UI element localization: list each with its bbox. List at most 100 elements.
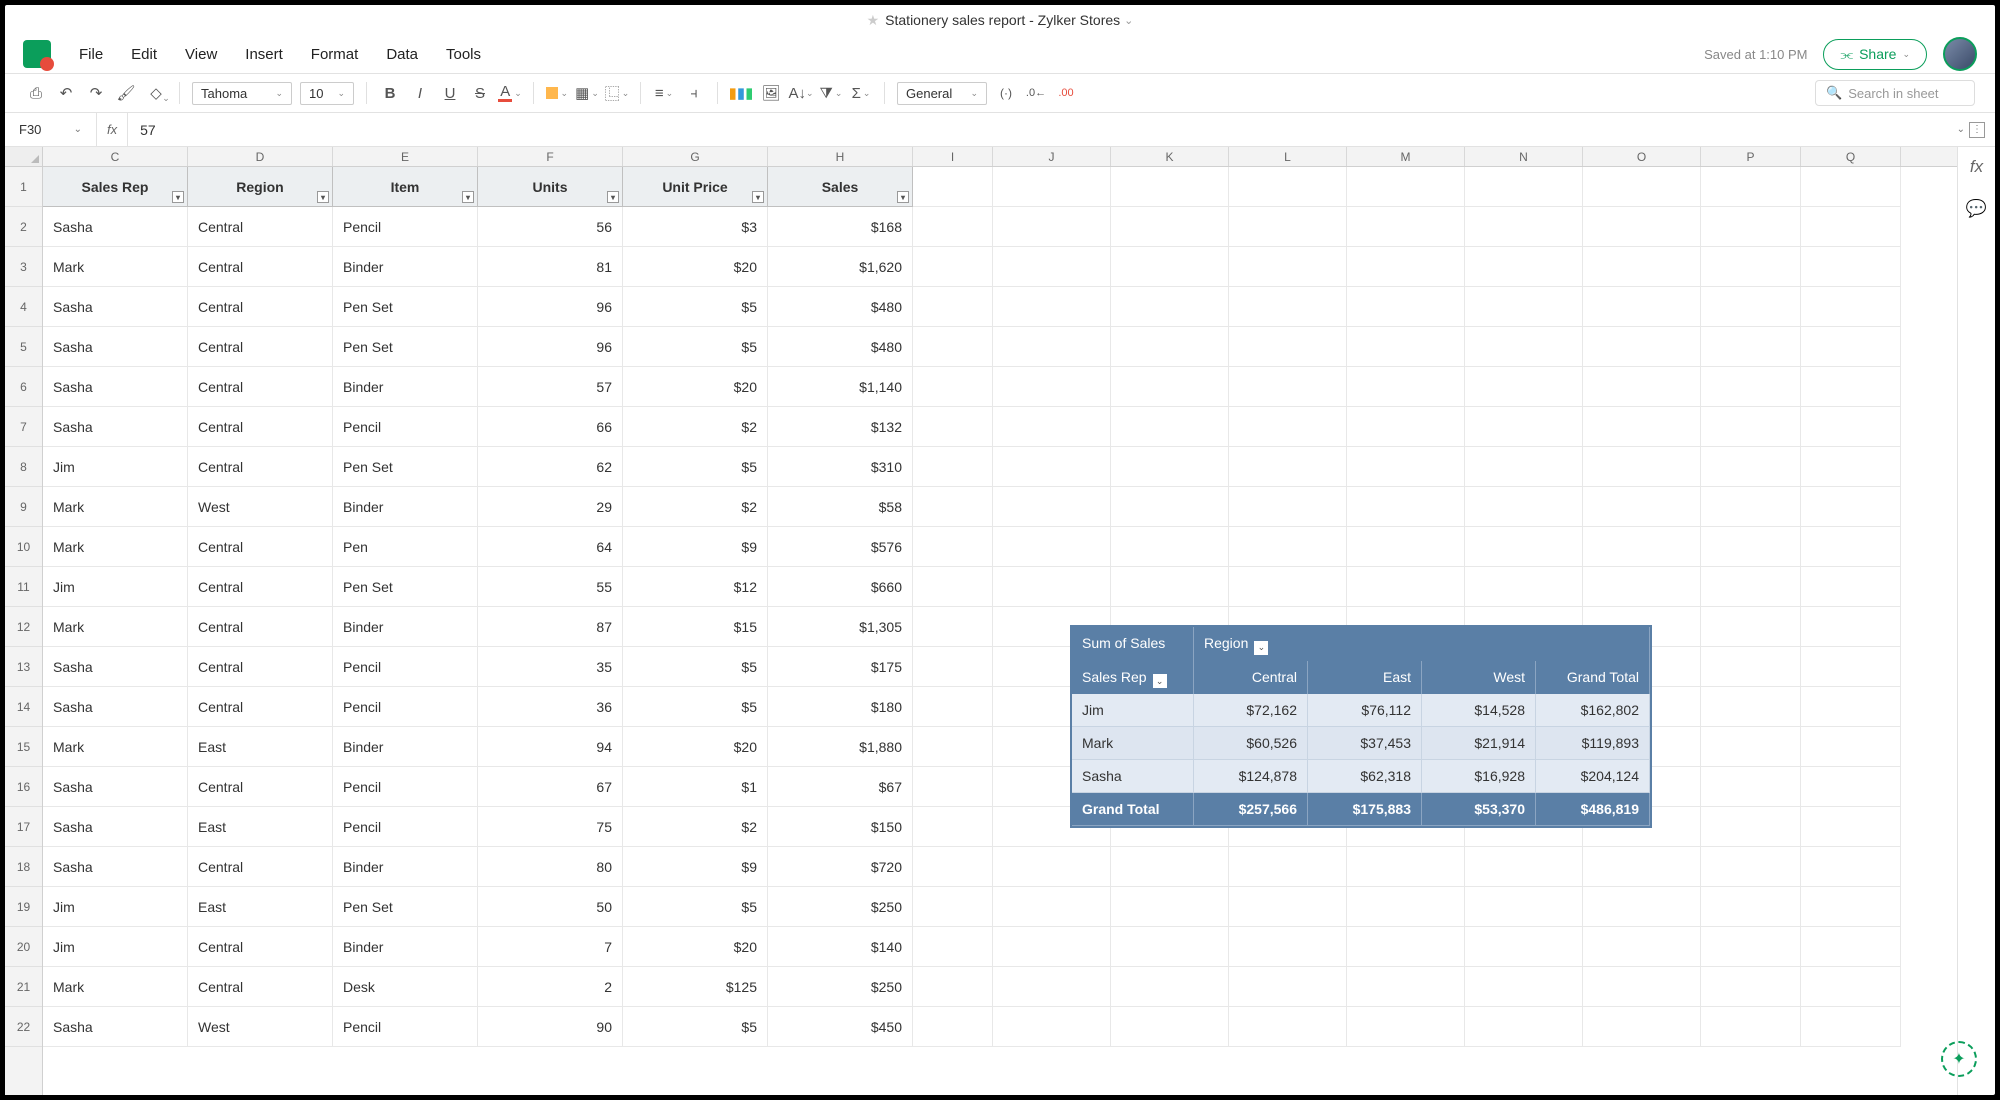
cell-blank[interactable]: [1347, 847, 1465, 887]
pivot-row-mark[interactable]: Mark: [1072, 727, 1194, 760]
cell-C17[interactable]: Sasha: [43, 807, 188, 847]
cell-H18[interactable]: $720: [768, 847, 913, 887]
cell-blank[interactable]: [1465, 1007, 1583, 1047]
cell-blank[interactable]: [1111, 327, 1229, 367]
cell-C19[interactable]: Jim: [43, 887, 188, 927]
cell-F2[interactable]: 56: [478, 207, 623, 247]
cell-blank[interactable]: [1701, 927, 1801, 967]
column-header-F[interactable]: F: [478, 147, 623, 166]
cell-blank[interactable]: [1583, 287, 1701, 327]
header-region[interactable]: Region▾: [188, 167, 333, 207]
parentheses-icon[interactable]: (·): [995, 82, 1017, 104]
cell-C16[interactable]: Sasha: [43, 767, 188, 807]
cell-C8[interactable]: Jim: [43, 447, 188, 487]
cell-blank[interactable]: [1229, 247, 1347, 287]
cell-blank[interactable]: [1465, 167, 1583, 207]
column-header-D[interactable]: D: [188, 147, 333, 166]
cell-blank[interactable]: [1347, 367, 1465, 407]
cell-blank[interactable]: [1347, 567, 1465, 607]
cell-blank[interactable]: [1229, 847, 1347, 887]
cell-blank[interactable]: [1347, 287, 1465, 327]
cell-F20[interactable]: 7: [478, 927, 623, 967]
cell-blank[interactable]: [1583, 247, 1701, 287]
cell-G2[interactable]: $3: [623, 207, 768, 247]
increase-decimal-icon[interactable]: .00: [1055, 82, 1077, 104]
cell-E12[interactable]: Binder: [333, 607, 478, 647]
pivot-row-jim[interactable]: Jim: [1072, 694, 1194, 727]
header-item[interactable]: Item▾: [333, 167, 478, 207]
cell-blank[interactable]: [1801, 247, 1901, 287]
cell-F16[interactable]: 67: [478, 767, 623, 807]
cell-blank[interactable]: [993, 167, 1111, 207]
cell-blank[interactable]: [1701, 727, 1801, 767]
cell-blank[interactable]: [1229, 327, 1347, 367]
cell-C3[interactable]: Mark: [43, 247, 188, 287]
cell-blank[interactable]: [1583, 567, 1701, 607]
cell-H4[interactable]: $480: [768, 287, 913, 327]
cell-D11[interactable]: Central: [188, 567, 333, 607]
cell-blank[interactable]: [1465, 327, 1583, 367]
cell-D20[interactable]: Central: [188, 927, 333, 967]
cell-blank[interactable]: [1347, 327, 1465, 367]
cell-blank[interactable]: [1701, 487, 1801, 527]
filter-dropdown-icon[interactable]: ▾: [317, 191, 329, 203]
cell-blank[interactable]: [913, 967, 993, 1007]
cell-blank[interactable]: [1465, 927, 1583, 967]
cell-blank[interactable]: [1347, 207, 1465, 247]
formula-input[interactable]: 57: [128, 122, 1946, 138]
cell-D6[interactable]: Central: [188, 367, 333, 407]
cell-blank[interactable]: [1583, 847, 1701, 887]
filter-icon[interactable]: ⧩⌄: [820, 82, 842, 104]
row-header-9[interactable]: 9: [5, 487, 42, 527]
cell-C14[interactable]: Sasha: [43, 687, 188, 727]
row-header-16[interactable]: 16: [5, 767, 42, 807]
cell-blank[interactable]: [1347, 167, 1465, 207]
column-header-O[interactable]: O: [1583, 147, 1701, 166]
cell-blank[interactable]: [1347, 927, 1465, 967]
cell-D7[interactable]: Central: [188, 407, 333, 447]
cell-blank[interactable]: [1801, 487, 1901, 527]
cell-blank[interactable]: [1801, 687, 1901, 727]
cell-D2[interactable]: Central: [188, 207, 333, 247]
filter-dropdown-icon[interactable]: ▾: [607, 191, 619, 203]
cell-blank[interactable]: [1801, 927, 1901, 967]
cell-blank[interactable]: [1229, 167, 1347, 207]
cell-blank[interactable]: [1801, 647, 1901, 687]
column-header-H[interactable]: H: [768, 147, 913, 166]
spreadsheet-grid[interactable]: CDEFGHIJKLMNOPQ 123456789101112131415161…: [5, 147, 1957, 1095]
menu-format[interactable]: Format: [311, 46, 359, 63]
menu-file[interactable]: File: [79, 46, 103, 63]
cell-blank[interactable]: [993, 1007, 1111, 1047]
cell-blank[interactable]: [1465, 967, 1583, 1007]
borders-button[interactable]: ▦⌄: [576, 82, 598, 104]
cell-G4[interactable]: $5: [623, 287, 768, 327]
fx-icon[interactable]: fx: [97, 113, 128, 146]
column-header-G[interactable]: G: [623, 147, 768, 166]
insert-image-icon[interactable]: 🖼: [760, 82, 782, 104]
cell-blank[interactable]: [1801, 407, 1901, 447]
cell-blank[interactable]: [1347, 967, 1465, 1007]
cell-H14[interactable]: $180: [768, 687, 913, 727]
cell-G10[interactable]: $9: [623, 527, 768, 567]
cell-blank[interactable]: [1229, 1007, 1347, 1047]
cell-E2[interactable]: Pencil: [333, 207, 478, 247]
user-avatar[interactable]: [1943, 37, 1977, 71]
cell-blank[interactable]: [993, 207, 1111, 247]
cell-blank[interactable]: [1465, 887, 1583, 927]
cell-E22[interactable]: Pencil: [333, 1007, 478, 1047]
cell-E15[interactable]: Binder: [333, 727, 478, 767]
decrease-decimal-icon[interactable]: .0←: [1025, 82, 1047, 104]
row-header-4[interactable]: 4: [5, 287, 42, 327]
cell-blank[interactable]: [1229, 567, 1347, 607]
cell-blank[interactable]: [1801, 567, 1901, 607]
cell-reference-box[interactable]: F30⌄: [5, 113, 97, 146]
cell-blank[interactable]: [993, 567, 1111, 607]
cell-H8[interactable]: $310: [768, 447, 913, 487]
cell-C15[interactable]: Mark: [43, 727, 188, 767]
row-header-22[interactable]: 22: [5, 1007, 42, 1047]
cell-blank[interactable]: [1801, 807, 1901, 847]
cell-blank[interactable]: [1465, 567, 1583, 607]
column-header-C[interactable]: C: [43, 147, 188, 166]
cell-blank[interactable]: [1229, 927, 1347, 967]
cell-D8[interactable]: Central: [188, 447, 333, 487]
